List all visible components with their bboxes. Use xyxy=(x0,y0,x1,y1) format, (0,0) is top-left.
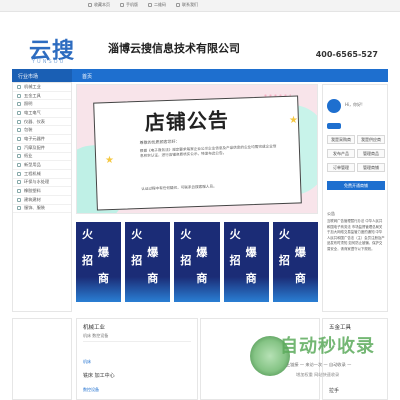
category-icon xyxy=(17,128,21,133)
sidebar-item[interactable]: 环保与水处理 xyxy=(13,179,71,188)
site-header: 云搜 YUNSOU 淄博云搜信息技术有限公司 400-6565-527 xyxy=(0,12,400,69)
category-icon xyxy=(17,171,21,176)
category-icon xyxy=(17,84,21,89)
shop-manage-button[interactable]: 管理商铺 xyxy=(357,163,385,172)
order-manage-button[interactable]: 订单管理 xyxy=(327,163,355,172)
top-link-qrcode[interactable]: 二维码 xyxy=(148,2,166,8)
category-icon xyxy=(17,154,21,159)
contact-icon xyxy=(176,3,180,7)
category-icon xyxy=(17,93,21,98)
notice-greeting: 尊敬的优质顾客您好： xyxy=(139,138,180,146)
promo-poster[interactable]: 火 爆 招 商 xyxy=(174,222,220,302)
watermark-subtitle: 上链接 — 来访一次 — 自动收录 — xyxy=(286,362,352,367)
sidebar-item[interactable]: 新型用品 xyxy=(13,161,71,170)
star-icon: ★ xyxy=(289,115,298,126)
sidebar-item[interactable]: 机械工业 xyxy=(13,83,71,92)
top-bar: 收藏本页 手机版 二维码 联系我们 xyxy=(0,0,400,12)
user-badge xyxy=(327,123,341,129)
sidebar-item[interactable]: 纸业 xyxy=(13,153,71,162)
sidebar-item[interactable]: 仪器、仪表 xyxy=(13,118,71,127)
notice-label: 公告 xyxy=(327,211,335,216)
category-icon xyxy=(17,119,21,124)
notice-body: 根据《电子商务法》规定要求每家企业公示企业信息及产品信息的企业均需完成企业信息核… xyxy=(139,144,277,159)
sidebar-item[interactable]: 包装 xyxy=(13,126,71,136)
category-icon xyxy=(17,197,21,202)
phone-number: 400-6565-527 xyxy=(315,50,378,59)
divider xyxy=(83,341,191,342)
notice-list[interactable]: 互联网广告管理暂行办法 中华人民共和国电子商务法 市场监督管理总局关于加大网络交… xyxy=(327,219,385,252)
section-tag[interactable]: 机床 xyxy=(83,359,91,365)
avatar[interactable] xyxy=(327,99,341,113)
section-subtitle[interactable]: 机床 数控设备 xyxy=(83,333,108,339)
top-link-contact[interactable]: 联系我们 xyxy=(176,2,198,8)
user-panel: Hi，你好! 我是采购商 我是供应商 发布产品 管理商品 订单管理 管理商铺 免… xyxy=(322,84,388,312)
sidebar-item[interactable]: 橡胶塑料 xyxy=(13,187,71,196)
category-sidebar: 机械工业 五金工具 照明 电工电气 仪器、仪表 包装 电子元器件 汽摩及配件 纸… xyxy=(12,82,72,312)
bookmark-icon xyxy=(88,3,92,7)
category-icon xyxy=(17,189,21,194)
logo-subtitle: YUNSOU xyxy=(32,59,66,65)
nav-home[interactable]: 首页 xyxy=(72,69,102,82)
sidebar-item[interactable]: 电子元器件 xyxy=(13,135,71,144)
notice-footer: 认证过程中有任何疑问，可联系云搜客服人员。 xyxy=(141,184,217,191)
greeting-text: Hi，你好! xyxy=(345,102,363,107)
mobile-icon xyxy=(120,3,124,7)
category-icon xyxy=(17,145,21,150)
sidebar-item[interactable]: 建筑建材 xyxy=(13,196,71,205)
notice-banner[interactable]: 店铺公告 尊敬的优质顾客您好： 根据《电子商务法》规定要求每家企业公示企业信息及… xyxy=(76,84,318,214)
section-tag[interactable]: 数控设备 xyxy=(83,387,99,393)
category-box xyxy=(12,318,72,400)
promo-poster[interactable]: 火 爆 招 商 xyxy=(272,222,319,302)
buyer-button[interactable]: 我是采购商 xyxy=(327,135,355,144)
qrcode-icon xyxy=(148,3,152,7)
sidebar-item[interactable]: 照明 xyxy=(13,100,71,110)
section-item[interactable]: 铣床 加工中心 xyxy=(83,372,115,379)
top-links: 收藏本页 手机版 二维码 联系我们 xyxy=(88,2,198,8)
section-title[interactable]: 五金工具 xyxy=(329,323,351,331)
category-icon xyxy=(17,180,21,185)
category-icon xyxy=(17,110,21,115)
manage-products-button[interactable]: 管理商品 xyxy=(357,149,385,158)
notice-card: 店铺公告 尊敬的优质顾客您好： 根据《电子商务法》规定要求每家企业公示企业信息及… xyxy=(93,95,302,211)
sidebar-item[interactable]: 电工电气 xyxy=(13,109,71,118)
promo-poster[interactable]: 火 爆 招 商 xyxy=(223,222,269,302)
promo-poster[interactable]: 火 爆 招 商 xyxy=(125,222,171,302)
category-icon xyxy=(17,206,21,211)
notice-title: 店铺公告 xyxy=(144,107,230,135)
watermark-title: 自动秒收录 xyxy=(280,336,375,357)
top-link-mobile[interactable]: 手机版 xyxy=(120,2,138,8)
category-section: 机械工业 机床 数控设备 机床 铣床 加工中心 数控设备 xyxy=(76,318,198,400)
promo-poster[interactable]: 火 爆 招 商 xyxy=(76,222,122,302)
logo[interactable]: 云搜 YUNSOU xyxy=(14,29,104,69)
category-icon xyxy=(17,163,21,168)
sidebar-item[interactable]: 工程机械 xyxy=(13,170,71,179)
watermark: 自动秒收录 上链接 — 来访一次 — 自动收录 — 增加权重 网站快速收录 xyxy=(244,332,394,392)
poster-row: 火 爆 招 商 火 爆 招 商 火 爆 招 商 火 爆 招 商 火 爆 招 商 xyxy=(76,222,319,302)
watermark-subtitle-2: 增加权重 网站快速收录 xyxy=(296,372,340,377)
open-shop-button[interactable]: 免费开通商铺 xyxy=(327,181,385,190)
company-name: 淄博云搜信息技术有限公司 xyxy=(108,42,240,55)
category-icon xyxy=(17,136,21,141)
category-icon xyxy=(17,102,21,107)
section-title[interactable]: 机械工业 xyxy=(83,323,105,331)
sidebar-item[interactable]: 服饰、服装 xyxy=(13,205,71,214)
seller-button[interactable]: 我是供应商 xyxy=(357,135,385,144)
sidebar-item[interactable]: 五金工具 xyxy=(13,92,71,101)
publish-product-button[interactable]: 发布产品 xyxy=(327,149,355,158)
star-icon: ★ xyxy=(105,155,114,166)
top-link-bookmark[interactable]: 收藏本页 xyxy=(88,2,110,8)
main-nav: 行业市场 首页 xyxy=(12,69,388,82)
nav-category-menu[interactable]: 行业市场 xyxy=(12,69,72,82)
sidebar-item[interactable]: 汽摩及配件 xyxy=(13,144,71,153)
